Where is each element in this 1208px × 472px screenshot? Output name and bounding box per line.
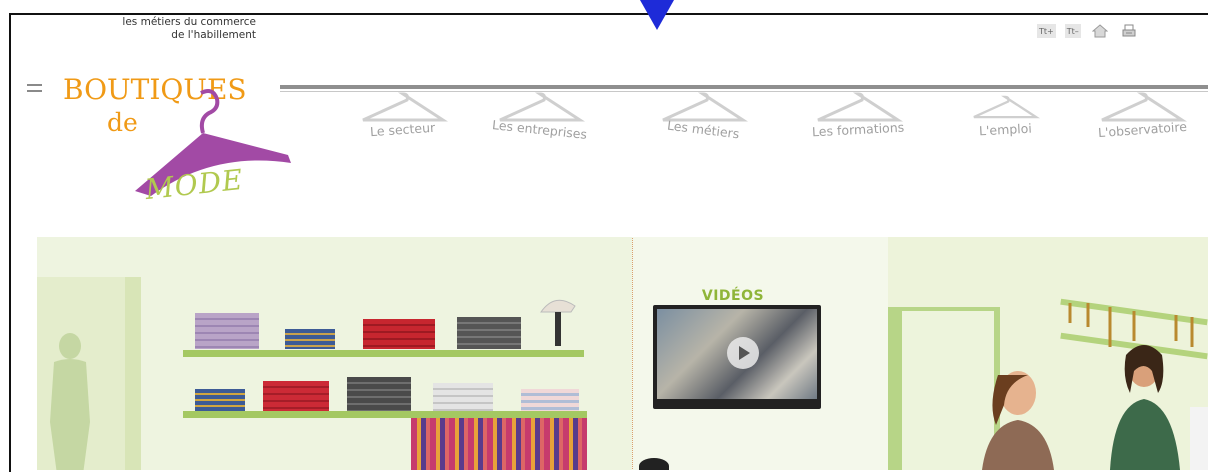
nav-item-metiers[interactable]: Les métiers [658, 92, 748, 141]
toolbar: Tt+ Tt– [1037, 24, 1139, 38]
boutique-scene: VIDÉOS [37, 237, 1208, 470]
nav-label-secteur: Le secteur [369, 119, 437, 140]
nav-item-secteur[interactable]: Le secteur [358, 92, 448, 140]
print-icon[interactable] [1119, 24, 1139, 38]
sales-counter-illustration[interactable] [888, 237, 1208, 470]
clothes-stack [433, 383, 493, 411]
nav-item-formations[interactable]: Les formations [811, 92, 905, 140]
video-thumbnail [657, 309, 817, 399]
clothes-stack [195, 313, 259, 349]
person-head-partial [639, 458, 669, 470]
nav-label-emploi: L'emploi [978, 120, 1032, 139]
cursor-pointer-icon [640, 0, 674, 30]
hat-on-stand-icon [540, 299, 576, 346]
videos-panel[interactable]: VIDÉOS [632, 237, 889, 470]
nav-label-formations: Les formations [811, 119, 905, 140]
customer-figure [982, 371, 1054, 470]
site-tagline: les métiers du commerce de l'habillement [80, 16, 256, 42]
nav-item-entreprises[interactable]: Les entreprises [491, 92, 588, 142]
videos-title: VIDÉOS [701, 288, 765, 304]
tagline-line2: de l'habillement [171, 29, 256, 41]
shelf [183, 411, 587, 418]
home-icon[interactable] [1090, 24, 1110, 38]
nav-rail [280, 85, 1208, 89]
clothes-stack [263, 381, 329, 411]
clothes-stack [457, 317, 521, 349]
main-nav: Le secteur Les entreprises Les métiers L… [280, 92, 1208, 162]
hanger-icon [973, 95, 1040, 119]
nav-item-observatoire[interactable]: L'observatoire [1097, 92, 1187, 141]
nav-label-observatoire: L'observatoire [1097, 118, 1187, 141]
decrease-text-button[interactable]: Tt– [1064, 24, 1081, 38]
store-illustration[interactable] [37, 237, 632, 470]
tagline-line1: les métiers du commerce [122, 16, 256, 28]
clothes-rack [411, 418, 587, 470]
hanger-icon [817, 92, 904, 122]
clothes-stack [285, 329, 335, 349]
wall-panel-edge [125, 277, 141, 470]
menu-icon[interactable] [27, 84, 42, 96]
shelf [183, 350, 584, 357]
mannequin-silhouette [50, 333, 90, 470]
counter-edge [1190, 407, 1208, 470]
play-icon[interactable] [727, 337, 759, 369]
seller-figure [1110, 345, 1180, 470]
increase-text-button[interactable]: Tt+ [1037, 24, 1056, 38]
clothes-stack [363, 319, 435, 349]
clothes-stack [521, 389, 579, 411]
hanger-icon [362, 92, 448, 122]
nav-item-emploi[interactable]: L'emploi [970, 92, 1040, 139]
clothes-stack [347, 377, 411, 411]
clothes-stack [195, 389, 245, 411]
hanger-icon [1101, 92, 1187, 122]
hanger-icon [499, 92, 585, 122]
video-screen[interactable] [653, 305, 821, 409]
site-logo[interactable]: BOUTIQUES de MODE [63, 73, 303, 213]
